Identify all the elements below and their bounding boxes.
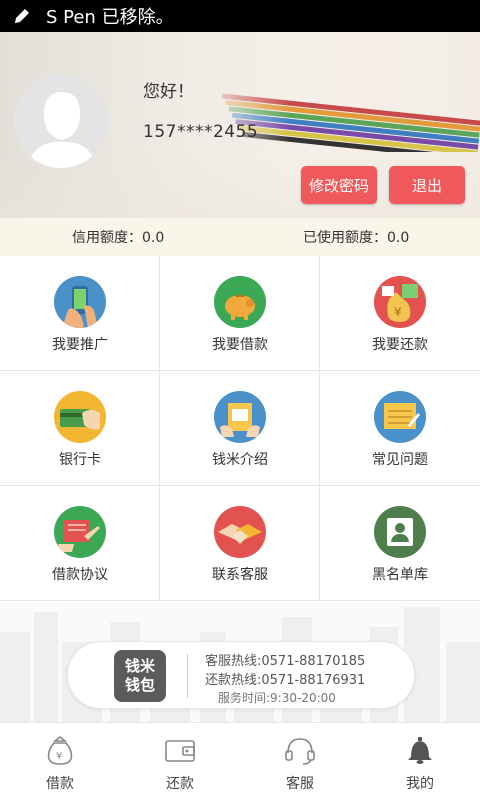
function-grid: 我要推广 我要借款 ¥ 我要还款 银行卡 钱米介绍 常见问题 借款协议 联系客服…: [0, 256, 480, 602]
hotline-card: 钱米 钱包 客服热线:0571-88170185 还款热线:0571-88176…: [67, 641, 415, 709]
tab-borrow[interactable]: ¥ 借款: [0, 723, 120, 800]
tab-mine[interactable]: 我的: [360, 723, 480, 800]
tab-service[interactable]: 客服: [240, 723, 360, 800]
grid-item-label: 联系客服: [212, 567, 268, 583]
grid-item-label: 黑名单库: [372, 567, 428, 583]
grid-item-faq[interactable]: 常见问题: [320, 371, 480, 486]
status-bar: S Pen 已移除。: [0, 0, 480, 32]
pen-icon: [15, 9, 29, 23]
service-hotline[interactable]: 客服热线:0571-88170185: [205, 650, 365, 669]
phone-promote-icon: [54, 276, 106, 328]
wallet-tab-icon: [165, 740, 195, 762]
tab-repay[interactable]: 还款: [120, 723, 240, 800]
agreement-icon: [54, 506, 106, 558]
status-text: S Pen 已移除。: [46, 7, 174, 28]
logout-button[interactable]: 退出: [389, 166, 465, 204]
grid-item-label: 借款协议: [52, 567, 108, 583]
bottom-tab-bar: ¥ 借款 还款 客服 我的: [0, 722, 480, 800]
brand-logo: 钱米 钱包: [114, 650, 166, 702]
tab-label: 借款: [46, 776, 74, 792]
blacklist-icon: [374, 506, 426, 558]
grid-item-promote[interactable]: 我要推广: [0, 256, 160, 371]
user-avatar-icon: [14, 74, 108, 168]
money-bag-tab-icon: ¥: [47, 735, 73, 765]
grid-item-contact-service[interactable]: 联系客服: [160, 486, 320, 601]
greeting-text: 您好！: [143, 82, 194, 102]
faq-icon: [374, 391, 426, 443]
bell-tab-icon: [408, 737, 432, 764]
grid-item-blacklist[interactable]: 黑名单库: [320, 486, 480, 601]
grid-item-agreement[interactable]: 借款协议: [0, 486, 160, 601]
service-time: 服务时间:9:30-20:00: [218, 691, 336, 705]
handshake-icon: [214, 506, 266, 558]
svg-text:¥: ¥: [56, 751, 62, 762]
grid-item-repay[interactable]: ¥ 我要还款: [320, 256, 480, 371]
quota-bar: 信用额度：0.0 已使用额度：0.0: [0, 218, 480, 256]
grid-item-borrow[interactable]: 我要借款: [160, 256, 320, 371]
piggy-bank-icon: [214, 276, 266, 328]
grid-item-bank-card[interactable]: 银行卡: [0, 371, 160, 486]
intro-icon: [214, 391, 266, 443]
grid-item-label: 钱米介绍: [212, 452, 268, 468]
svg-text:¥: ¥: [394, 305, 402, 319]
phone-number: 157****2455: [143, 122, 259, 142]
tab-label: 客服: [286, 776, 314, 792]
tab-label: 还款: [166, 776, 194, 792]
bank-card-icon: [54, 391, 106, 443]
change-password-button[interactable]: 修改密码: [301, 166, 377, 204]
used-limit: 已使用额度：0.0: [303, 230, 410, 246]
grid-item-label: 我要推广: [52, 337, 108, 353]
divider: [187, 654, 188, 698]
credit-limit: 信用额度：0.0: [72, 230, 165, 246]
avatar[interactable]: [14, 74, 108, 168]
grid-item-intro[interactable]: 钱米介绍: [160, 371, 320, 486]
grid-item-label: 银行卡: [59, 452, 101, 468]
money-bag-icon: ¥: [374, 276, 426, 328]
grid-item-label: 常见问题: [372, 452, 428, 468]
tab-label: 我的: [406, 776, 434, 792]
grid-item-label: 我要借款: [212, 337, 268, 353]
grid-item-label: 我要还款: [372, 337, 428, 353]
repay-hotline[interactable]: 还款热线:0571-88176931: [205, 669, 365, 688]
headset-tab-icon: [285, 738, 315, 765]
